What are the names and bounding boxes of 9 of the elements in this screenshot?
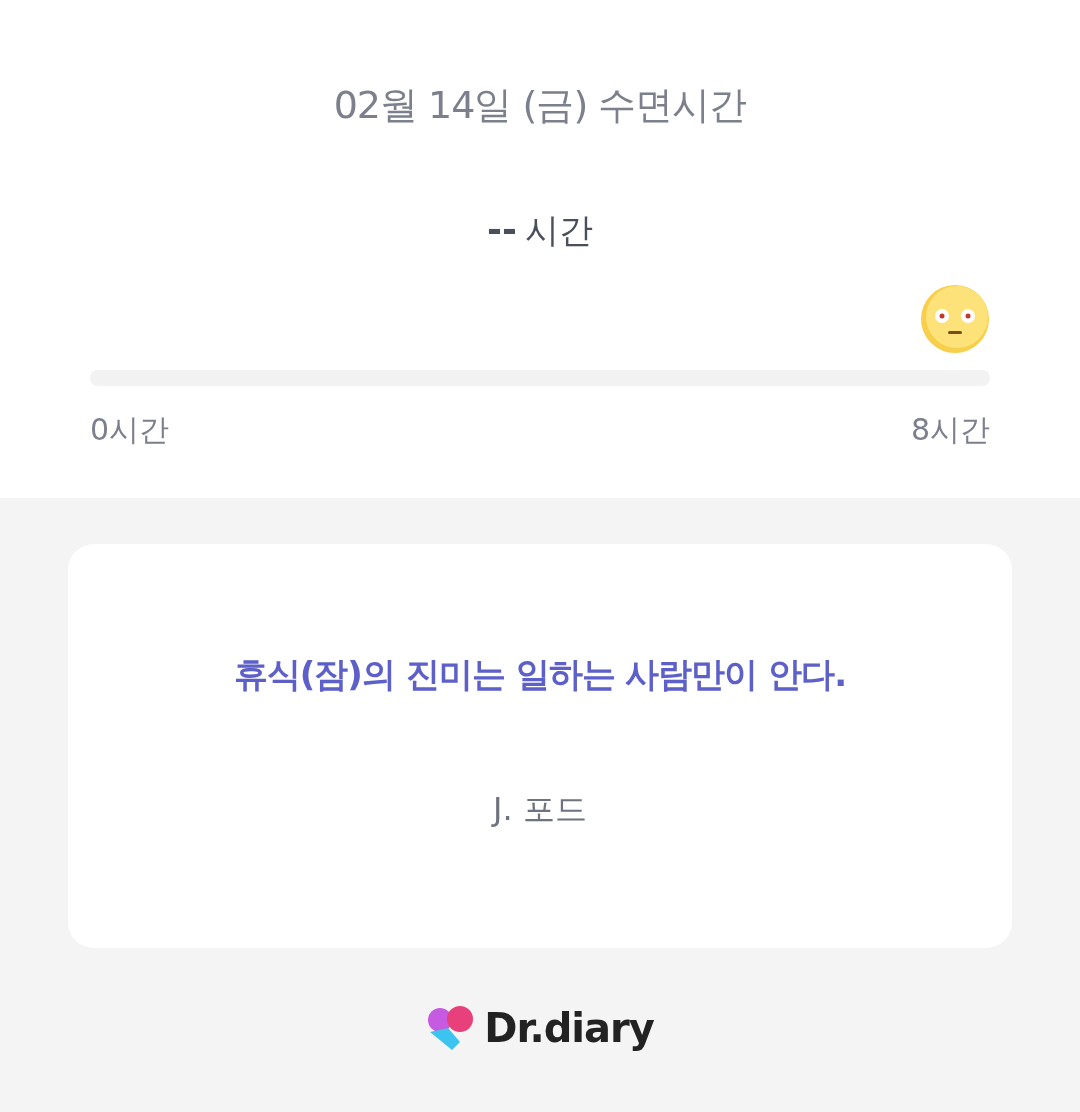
max-label: 8시간 [910,411,990,449]
brand-name: Dr.diary [484,1005,654,1051]
sleep-hours-value: -- [487,209,517,250]
hours-unit: 시간 [524,209,593,252]
neutral-face-icon [920,284,990,354]
quote-text: 휴식(잠)의 진미는 일하는 사람만이 안다. [233,653,847,696]
quote-author: J. 포드 [493,789,587,830]
min-label: 0시간 [90,411,170,449]
date-title: 02월 14일 (금) 수면시간 [333,82,747,129]
